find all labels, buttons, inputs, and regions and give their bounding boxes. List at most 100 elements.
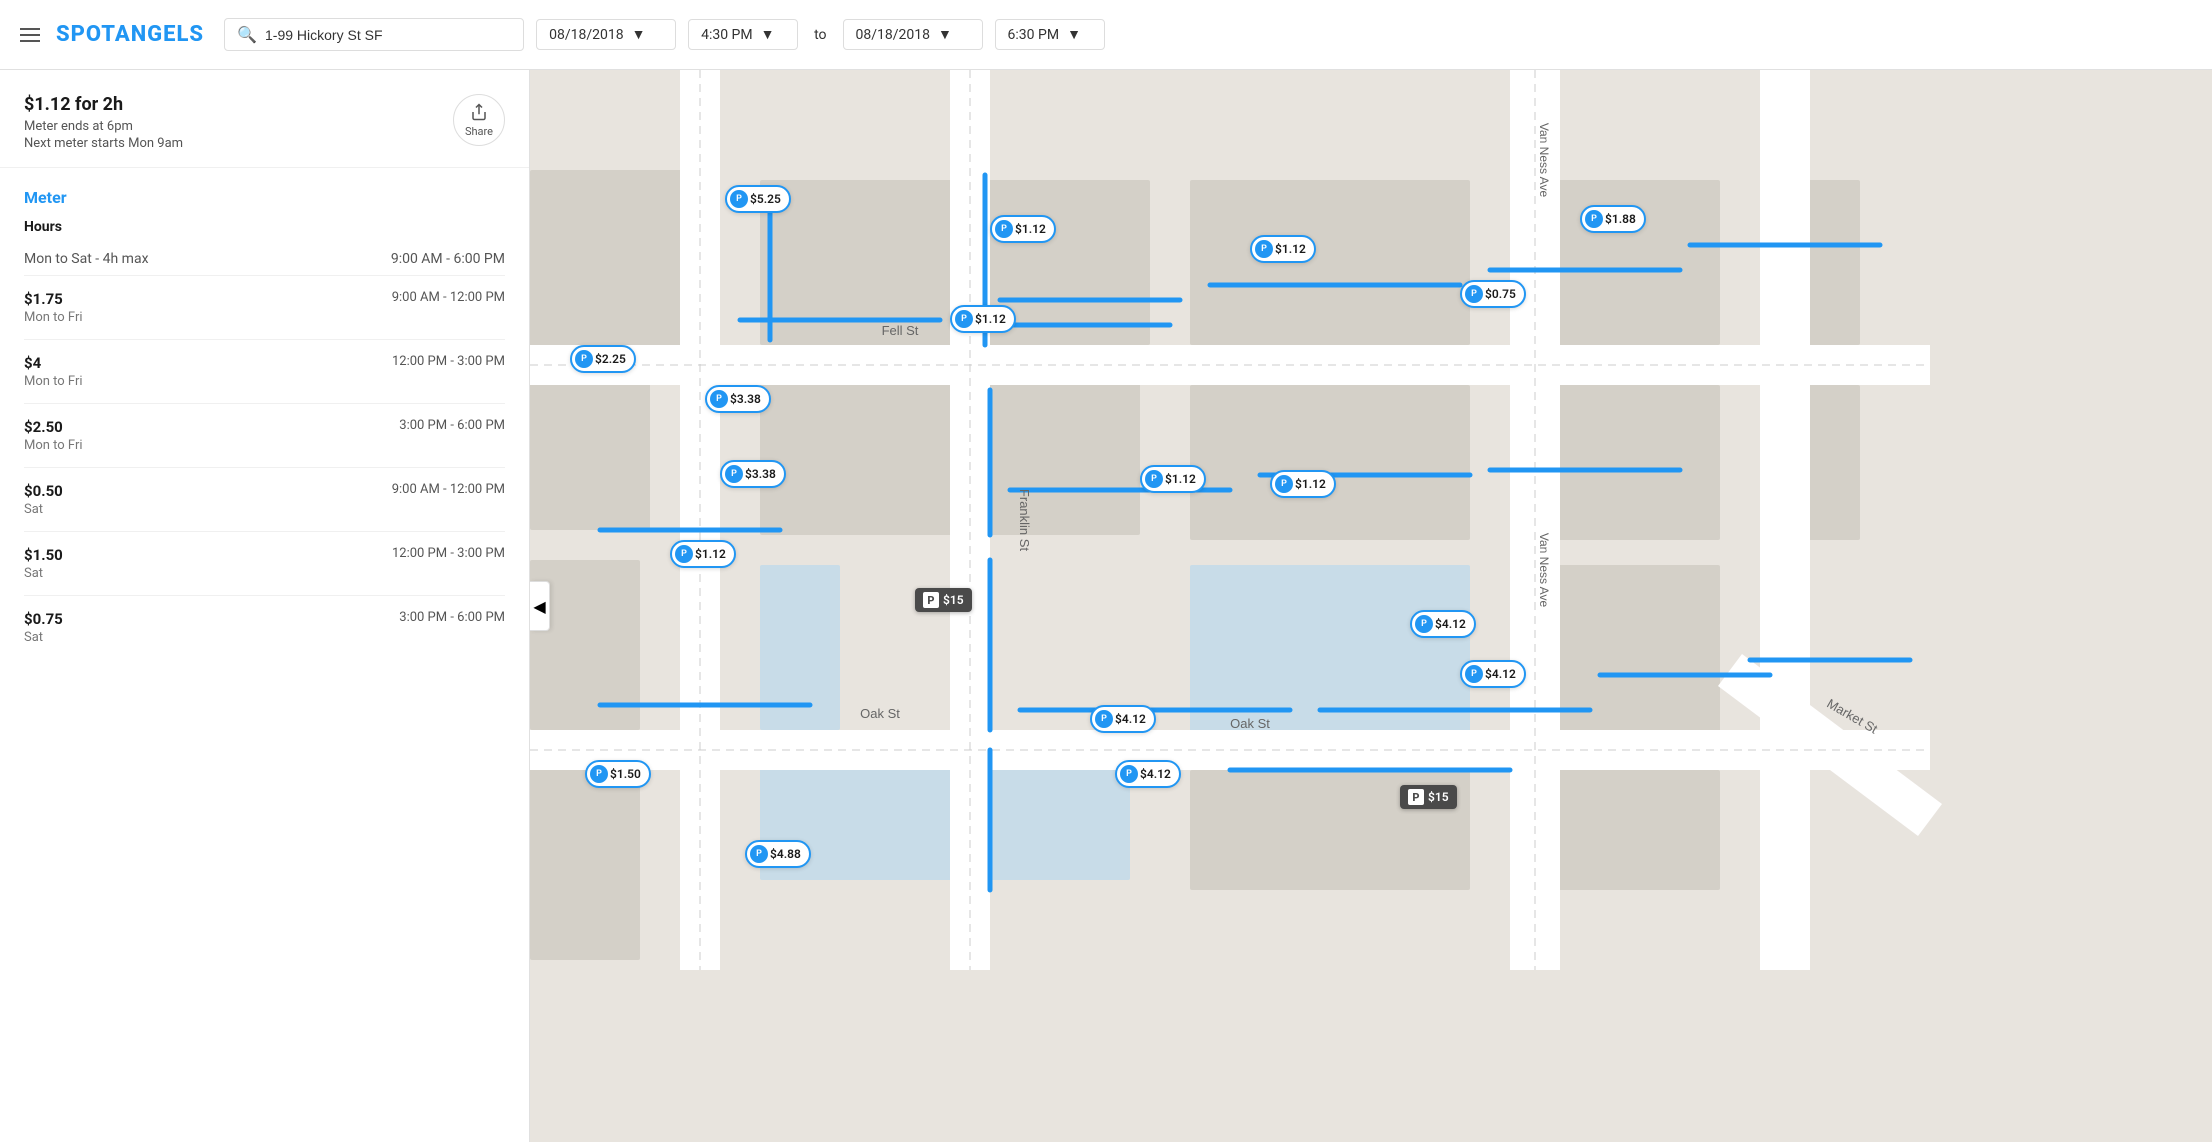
- pin-price: $1.12: [1295, 477, 1326, 491]
- meter-section: Meter Hours Mon to Sat - 4h max 9:00 AM …: [0, 168, 529, 659]
- parking-pin[interactable]: P$1.12: [1140, 465, 1206, 493]
- parking-pin[interactable]: P$1.50: [585, 760, 651, 788]
- svg-text:Van Ness Ave: Van Ness Ave: [1537, 123, 1551, 198]
- pin-price: $1.12: [695, 547, 726, 561]
- parking-pin[interactable]: P$4.12: [1090, 705, 1156, 733]
- menu-icon[interactable]: [16, 24, 44, 46]
- parking-pin[interactable]: P$3.38: [705, 385, 771, 413]
- parking-pin[interactable]: P$1.12: [670, 540, 736, 568]
- rate-price: $0.50: [24, 482, 63, 500]
- rate-time: 12:00 PM - 3:00 PM: [392, 546, 505, 561]
- sidebar-toggle-icon: ◀: [533, 597, 545, 616]
- parking-pin[interactable]: P$5.25: [725, 185, 791, 213]
- rate-price: $1.50: [24, 546, 63, 564]
- separator-to: to: [810, 27, 830, 43]
- price-title: $1.12 for 2h: [24, 94, 183, 115]
- parking-pin[interactable]: P$1.12: [1250, 235, 1316, 263]
- time-to-picker[interactable]: 6:30 PM ▼: [995, 19, 1105, 50]
- search-icon: 🔍: [237, 25, 257, 44]
- pin-price: $1.12: [1275, 242, 1306, 256]
- date-to-picker[interactable]: 08/18/2018 ▼: [843, 19, 983, 50]
- main-content: $1.12 for 2h Meter ends at 6pm Next mete…: [0, 70, 2212, 1142]
- parking-pin[interactable]: P$1.12: [1270, 470, 1336, 498]
- parking-lot-pin[interactable]: P$15: [1400, 785, 1457, 809]
- search-box[interactable]: 🔍: [224, 18, 524, 51]
- map[interactable]: Fell St Franklin St Oak St Oak St Van Ne…: [530, 70, 2212, 1142]
- hours-title: Hours: [24, 219, 505, 235]
- svg-text:Van Ness Ave: Van Ness Ave: [1537, 533, 1551, 608]
- share-button[interactable]: Share: [453, 94, 505, 146]
- parking-pin[interactable]: P$4.88: [745, 840, 811, 868]
- pin-icon: P: [1145, 470, 1163, 488]
- next-meter: Next meter starts Mon 9am: [24, 136, 183, 151]
- date-to-value: 08/18/2018: [856, 27, 931, 43]
- parking-pin[interactable]: P$1.88: [1580, 205, 1646, 233]
- parking-pin[interactable]: P$3.38: [720, 460, 786, 488]
- search-input[interactable]: [265, 27, 511, 43]
- parking-pin[interactable]: P$0.75: [1460, 280, 1526, 308]
- rate-time: 3:00 PM - 6:00 PM: [399, 610, 505, 625]
- date-from-value: 08/18/2018: [549, 27, 624, 43]
- pin-icon: P: [590, 765, 608, 783]
- oak-st-label: Oak St: [860, 706, 900, 721]
- parking-pin[interactable]: P$1.12: [950, 305, 1016, 333]
- rate-days: Sat: [24, 630, 63, 645]
- rate-price: $0.75: [24, 610, 63, 628]
- time-from-picker[interactable]: 4:30 PM ▼: [688, 19, 798, 50]
- rate-days: Sat: [24, 502, 63, 517]
- parking-pin[interactable]: P$4.12: [1460, 660, 1526, 688]
- pin-price: $3.38: [730, 392, 761, 406]
- hours-time: 9:00 AM - 6:00 PM: [391, 251, 505, 267]
- parking-lot-pin[interactable]: P$15: [915, 588, 972, 612]
- sidebar-toggle[interactable]: ◀: [530, 581, 550, 631]
- hours-row: Mon to Sat - 4h max 9:00 AM - 6:00 PM: [24, 243, 505, 276]
- parking-pin[interactable]: P$2.25: [570, 345, 636, 373]
- rate-left: $0.75 Sat: [24, 610, 63, 645]
- pin-icon: P: [1255, 240, 1273, 258]
- hours-schedule: Mon to Sat - 4h max: [24, 251, 149, 267]
- date-from-picker[interactable]: 08/18/2018 ▼: [536, 19, 676, 50]
- rate-row: $1.75 Mon to Fri 9:00 AM - 12:00 PM: [24, 276, 505, 340]
- fell-st-label: Fell St: [882, 323, 919, 338]
- sidebar: $1.12 for 2h Meter ends at 6pm Next mete…: [0, 70, 530, 1142]
- rate-left: $0.50 Sat: [24, 482, 63, 517]
- pin-icon: P: [1465, 665, 1483, 683]
- map-svg: Fell St Franklin St Oak St Oak St Van Ne…: [530, 70, 2212, 1142]
- meter-section-title: Meter: [24, 188, 505, 207]
- time-from-chevron: ▼: [761, 26, 775, 43]
- pin-price: $1.12: [975, 312, 1006, 326]
- pin-price: $5.25: [750, 192, 781, 206]
- pin-icon: P: [1275, 475, 1293, 493]
- rate-days: Sat: [24, 566, 63, 581]
- meter-ends: Meter ends at 6pm: [24, 119, 183, 134]
- lot-price: $15: [943, 593, 964, 607]
- rate-price: $1.75: [24, 290, 83, 308]
- rate-row: $0.75 Sat 3:00 PM - 6:00 PM: [24, 596, 505, 659]
- time-to-value: 6:30 PM: [1008, 27, 1060, 43]
- parking-pin[interactable]: P$4.12: [1410, 610, 1476, 638]
- rates-list: $1.75 Mon to Fri 9:00 AM - 12:00 PM $4 M…: [24, 276, 505, 659]
- pin-price: $4.88: [770, 847, 801, 861]
- pin-icon: P: [1095, 710, 1113, 728]
- pin-price: $0.75: [1485, 287, 1516, 301]
- pin-price: $1.12: [1015, 222, 1046, 236]
- pin-price: $1.12: [1165, 472, 1196, 486]
- pin-icon: P: [730, 190, 748, 208]
- header: SPOTANGELS 🔍 08/18/2018 ▼ 4:30 PM ▼ to 0…: [0, 0, 2212, 70]
- rate-price: $2.50: [24, 418, 83, 436]
- rate-row: $2.50 Mon to Fri 3:00 PM - 6:00 PM: [24, 404, 505, 468]
- lot-price: $15: [1428, 790, 1449, 804]
- rate-left: $1.75 Mon to Fri: [24, 290, 83, 325]
- pin-price: $4.12: [1485, 667, 1516, 681]
- parking-pin[interactable]: P$4.12: [1115, 760, 1181, 788]
- parking-pin[interactable]: P$1.12: [990, 215, 1056, 243]
- rate-row: $0.50 Sat 9:00 AM - 12:00 PM: [24, 468, 505, 532]
- pin-icon: P: [675, 545, 693, 563]
- date-from-chevron: ▼: [632, 26, 646, 43]
- pin-icon: P: [575, 350, 593, 368]
- pin-price: $4.12: [1115, 712, 1146, 726]
- pin-icon: P: [725, 465, 743, 483]
- pin-icon: P: [750, 845, 768, 863]
- pin-price: $2.25: [595, 352, 626, 366]
- rate-time: 12:00 PM - 3:00 PM: [392, 354, 505, 369]
